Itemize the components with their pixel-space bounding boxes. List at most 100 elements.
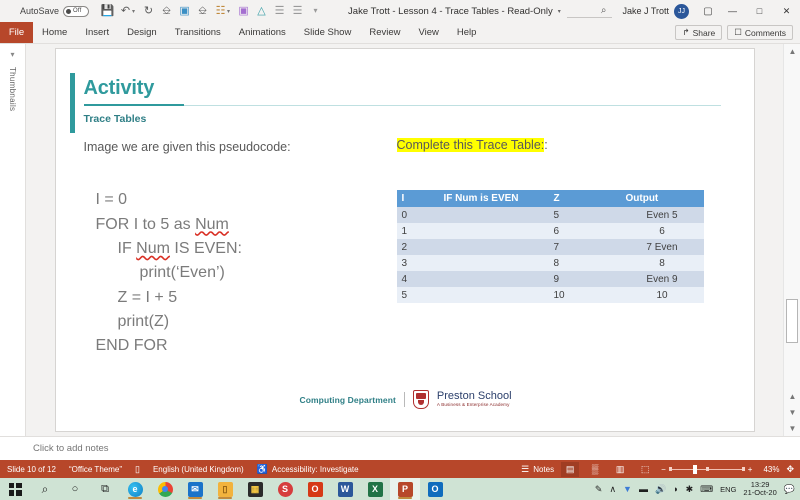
search-icon[interactable]: ⌕ bbox=[30, 478, 60, 500]
dropbox-icon[interactable]: ▼ bbox=[623, 484, 632, 494]
zoom-track[interactable] bbox=[668, 464, 745, 474]
cell-z[interactable]: 8 bbox=[548, 255, 621, 271]
cell-z[interactable]: 9 bbox=[548, 271, 621, 287]
language-indicator[interactable]: ENG bbox=[720, 485, 736, 494]
tab-review[interactable]: Review bbox=[360, 22, 409, 43]
battery-icon[interactable]: ▬ bbox=[639, 484, 648, 494]
tab-animations[interactable]: Animations bbox=[230, 22, 295, 43]
tab-design[interactable]: Design bbox=[118, 22, 166, 43]
skype-icon[interactable]: S bbox=[270, 478, 300, 500]
table-row[interactable]: 0 5 Even 5 bbox=[396, 207, 704, 223]
tab-slide-show[interactable]: Slide Show bbox=[295, 22, 361, 43]
zoom-out-button[interactable]: − bbox=[661, 465, 666, 474]
slide-title[interactable]: Activity bbox=[84, 77, 155, 100]
cell-i[interactable]: 4 bbox=[396, 271, 439, 287]
task-view-icon[interactable]: ⧉ bbox=[90, 478, 120, 500]
cell-cond[interactable] bbox=[438, 271, 549, 287]
zoom-in-button[interactable]: + bbox=[748, 465, 753, 474]
trace-table-prompt[interactable]: Complete this Trace Table:: bbox=[396, 138, 548, 152]
powerpoint-icon[interactable]: P bbox=[390, 478, 420, 500]
file-explorer-icon[interactable]: ▯ bbox=[210, 478, 240, 500]
cell-cond[interactable] bbox=[438, 223, 549, 239]
notes-pane[interactable]: Click to add notes bbox=[0, 436, 800, 460]
cell-cond[interactable] bbox=[438, 239, 549, 255]
vertical-scrollbar[interactable]: ▲ ▲ ▼ ▼ bbox=[783, 44, 800, 436]
thumbnails-pane[interactable]: ▾ Thumbnails bbox=[0, 44, 26, 436]
zoom-slider[interactable]: − + bbox=[661, 464, 753, 474]
excel-icon[interactable]: X bbox=[360, 478, 390, 500]
cell-output[interactable]: Even 9 bbox=[620, 271, 704, 287]
chevron-up-icon[interactable]: ∧ bbox=[609, 484, 616, 495]
cell-cond[interactable] bbox=[438, 207, 549, 223]
table-row[interactable]: 1 6 6 bbox=[396, 223, 704, 239]
scroll-up-icon[interactable]: ▲ bbox=[787, 46, 798, 57]
chrome-icon[interactable] bbox=[150, 478, 180, 500]
redo-icon[interactable]: ↻ bbox=[140, 3, 157, 20]
start-button[interactable] bbox=[0, 478, 30, 500]
table-row[interactable]: 5 10 10 bbox=[396, 287, 704, 303]
cell-cond[interactable] bbox=[438, 287, 549, 303]
align-left-icon[interactable]: ☰ bbox=[271, 3, 288, 20]
cell-i[interactable]: 3 bbox=[396, 255, 439, 271]
clock[interactable]: 13:29 21-Oct-20 bbox=[743, 480, 776, 498]
word-icon[interactable]: W bbox=[330, 478, 360, 500]
pen-menu-icon[interactable]: ✎ bbox=[595, 484, 603, 495]
search-input[interactable]: ⌕ bbox=[566, 4, 613, 18]
title-dropdown-icon[interactable]: ▾ bbox=[558, 8, 561, 15]
outlook-icon[interactable]: O bbox=[420, 478, 450, 500]
cell-output[interactable]: 7 Even bbox=[620, 239, 704, 255]
minimize-button[interactable]: — bbox=[719, 0, 746, 22]
view-slide-sorter-button[interactable]: ▒ bbox=[586, 462, 604, 477]
microsoft-store-icon[interactable]: ▦ bbox=[240, 478, 270, 500]
cell-z[interactable]: 6 bbox=[548, 223, 621, 239]
volume-icon[interactable]: 🔊 bbox=[655, 484, 666, 495]
accessibility-status[interactable]: ♿ Accessibility: Investigate bbox=[257, 464, 359, 474]
avatar[interactable]: JJ bbox=[674, 3, 689, 19]
slide-canvas[interactable]: Activity Trace Tables Image we are given… bbox=[54, 48, 755, 432]
new-slide-icon[interactable]: ⎒ bbox=[194, 3, 211, 20]
view-reading-button[interactable]: ▥ bbox=[611, 462, 629, 477]
bluetooth-icon[interactable]: ✱ bbox=[686, 484, 694, 495]
picture-dropdown-icon[interactable]: ▾ bbox=[227, 8, 234, 15]
chevron-down-icon[interactable]: ▾ bbox=[10, 50, 14, 59]
next-slide-icon[interactable]: ▼ bbox=[787, 407, 798, 418]
zoom-level[interactable]: 43% bbox=[759, 465, 779, 474]
scroll-down-icon[interactable]: ▼ bbox=[787, 423, 798, 434]
tab-view[interactable]: View bbox=[409, 22, 447, 43]
customize-qat-icon[interactable]: ▾ bbox=[307, 3, 324, 20]
cell-i[interactable]: 2 bbox=[396, 239, 439, 255]
table-row[interactable]: 4 9 Even 9 bbox=[396, 271, 704, 287]
slide-subtitle[interactable]: Trace Tables bbox=[84, 113, 147, 125]
mail-icon[interactable]: ✉ bbox=[180, 478, 210, 500]
undo-dropdown-icon[interactable]: ▾ bbox=[132, 8, 139, 15]
shapes-icon[interactable]: ▣ bbox=[235, 3, 252, 20]
language-label[interactable]: English (United Kingdom) bbox=[153, 465, 244, 474]
cell-z[interactable]: 5 bbox=[548, 207, 621, 223]
cortana-icon[interactable]: ○ bbox=[60, 478, 90, 500]
slide-editing-area[interactable]: Activity Trace Tables Image we are given… bbox=[26, 44, 783, 436]
restore-button[interactable]: □ bbox=[746, 0, 773, 22]
cell-output[interactable]: 6 bbox=[620, 223, 704, 239]
cell-i[interactable]: 5 bbox=[396, 287, 439, 303]
cell-z[interactable]: 7 bbox=[548, 239, 621, 255]
close-button[interactable]: ✕ bbox=[773, 0, 800, 22]
notification-center-icon[interactable]: 💬 bbox=[784, 484, 795, 495]
pseudocode-block[interactable]: I = 0 FOR I to 5 as Num IF Num IS EVEN: … bbox=[96, 164, 242, 383]
format-painter-icon[interactable]: △ bbox=[253, 3, 270, 20]
tab-transitions[interactable]: Transitions bbox=[166, 22, 230, 43]
fit-slide-icon[interactable]: ✥ bbox=[786, 464, 794, 474]
scrollbar-thumb[interactable] bbox=[786, 299, 798, 343]
cell-output[interactable]: 8 bbox=[620, 255, 704, 271]
tab-insert[interactable]: Insert bbox=[76, 22, 118, 43]
account-area[interactable]: Jake J Trott JJ bbox=[622, 3, 689, 19]
cell-i[interactable]: 0 bbox=[396, 207, 439, 223]
wifi-icon[interactable]: ◗ bbox=[673, 484, 678, 494]
table-row[interactable]: 2 7 7 Even bbox=[396, 239, 704, 255]
view-normal-button[interactable]: ▤ bbox=[561, 461, 580, 477]
theme-name[interactable]: “Office Theme” bbox=[69, 465, 122, 474]
cell-cond[interactable] bbox=[438, 255, 549, 271]
edge-icon[interactable]: e bbox=[120, 478, 150, 500]
tab-home[interactable]: Home bbox=[33, 22, 76, 43]
ribbon-display-options-icon[interactable]: ▢ bbox=[697, 0, 719, 22]
view-slide-show-button[interactable]: ⬚ bbox=[636, 462, 654, 477]
